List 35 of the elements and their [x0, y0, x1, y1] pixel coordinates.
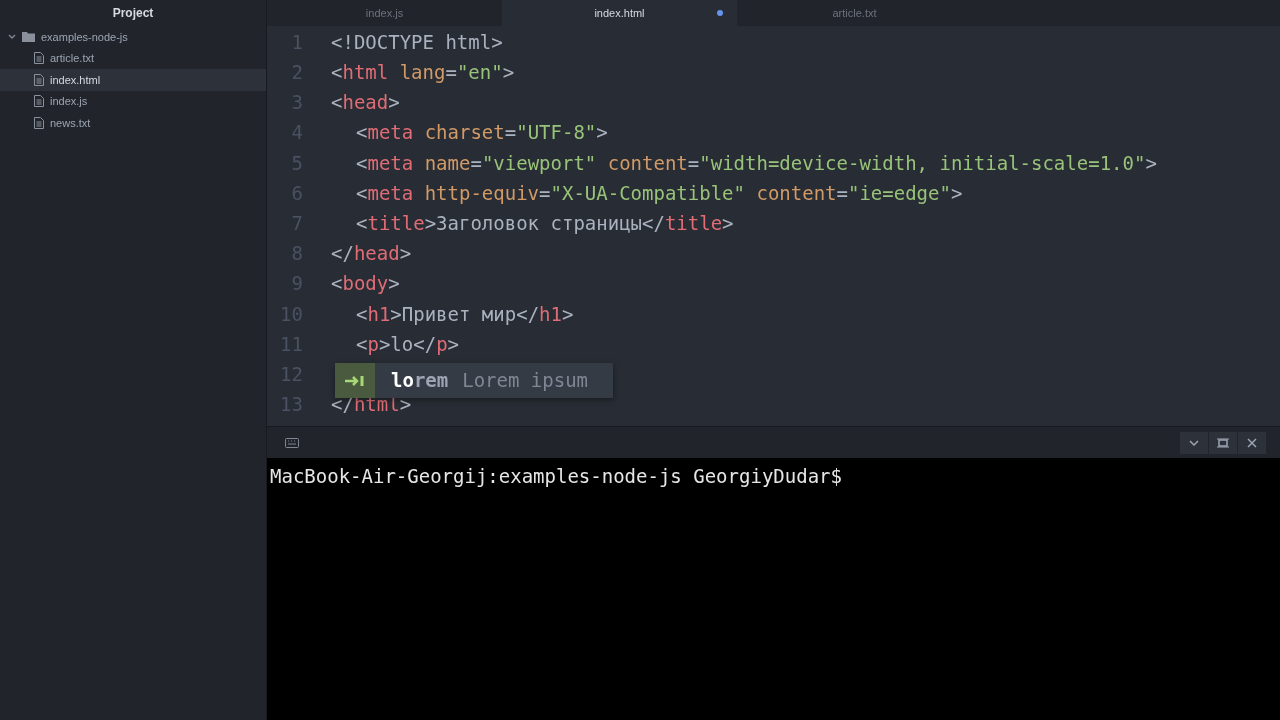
code-line: <meta http-equiv="X-UA-Compatible" content="ie=edge">: [355, 180, 963, 206]
editor-tab[interactable]: index.html: [502, 0, 737, 26]
code-line: <meta name="viewport" content="width=device-width, initial-scale=1.0">: [355, 150, 1157, 176]
folder-icon: [22, 31, 35, 43]
collapse-button[interactable]: [1180, 431, 1208, 454]
file-icon: [34, 73, 44, 86]
panel-title: Project: [111, 5, 155, 22]
code-line: <head>: [330, 90, 400, 116]
file-row[interactable]: index.js: [0, 90, 266, 112]
suggestion-item[interactable]: lorem: [391, 366, 449, 395]
code-line: <!DOCTYPE html>: [330, 29, 503, 55]
file-icon: [34, 116, 44, 129]
suggestion-description: Lorem ipsum: [462, 368, 589, 394]
file-icon: [34, 52, 44, 65]
file-row[interactable]: article.txt: [0, 47, 266, 69]
code-line: <html lang="en">: [330, 60, 515, 86]
chevron-down-icon: [1189, 439, 1199, 446]
close-icon: [1247, 437, 1257, 448]
close-button[interactable]: [1238, 431, 1266, 454]
folder-row[interactable]: examples-node-js: [0, 26, 266, 48]
file-row[interactable]: index.html: [0, 69, 266, 91]
file-row[interactable]: news.txt: [0, 112, 266, 134]
code-line: <h1>Привет мир</h1>: [355, 301, 574, 327]
maximize-button[interactable]: [1209, 431, 1237, 454]
code-line: <body>: [330, 271, 400, 297]
code-line: <title>Заголовок страницы</title>: [355, 210, 734, 236]
code-line: <meta charset="UTF-8">: [355, 120, 608, 146]
terminal-prompt: MacBook-Air-Georgij:examples-node-js GeorgiyDudar$: [270, 465, 842, 487]
code-line: </head>: [330, 241, 412, 267]
keyboard-icon[interactable]: [285, 437, 299, 448]
maximize-icon: [1217, 437, 1229, 448]
file-icon: [34, 95, 44, 108]
suggestion-type-icon: [335, 363, 375, 398]
code-line: <p>lo</p>: [355, 331, 460, 357]
chevron-down-icon[interactable]: [8, 32, 16, 41]
